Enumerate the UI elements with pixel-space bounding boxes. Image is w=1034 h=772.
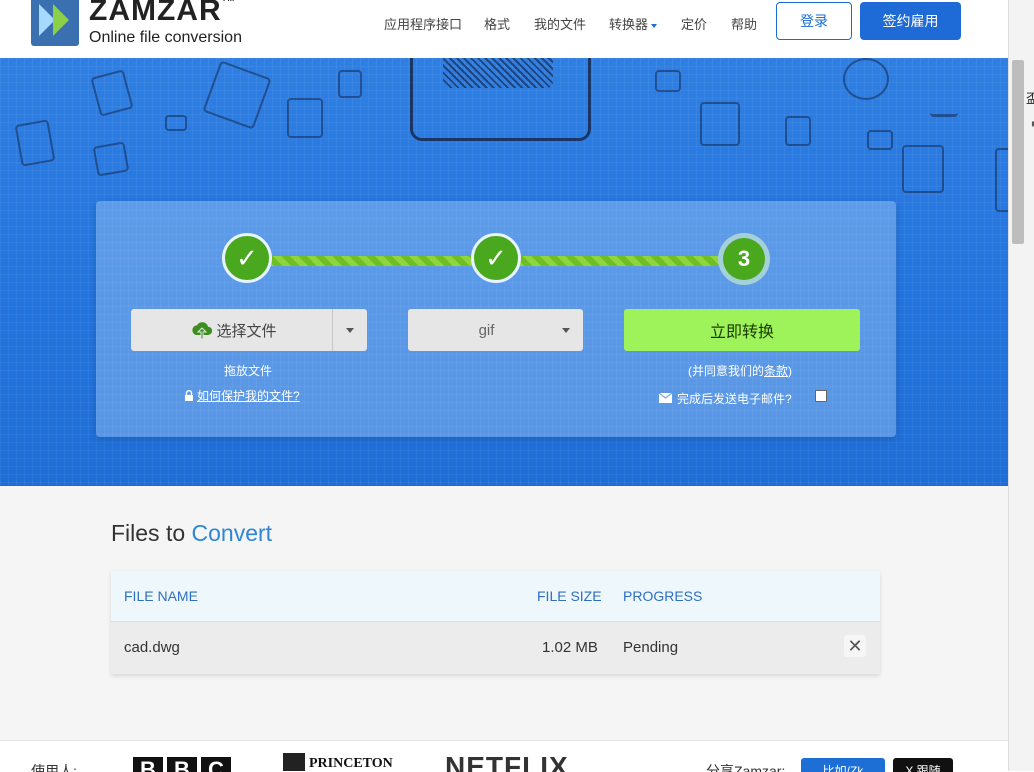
choose-files-dropdown[interactable] bbox=[332, 309, 367, 351]
terms-link[interactable]: 条款 bbox=[764, 364, 788, 378]
column-progress: PROGRESS bbox=[623, 588, 703, 604]
drag-drop-hint: 拖放文件 bbox=[224, 364, 273, 378]
logo-chevron-green bbox=[53, 4, 69, 36]
zamzar-logo-icon[interactable] bbox=[31, 0, 79, 46]
chevron-down-icon bbox=[562, 327, 570, 333]
side-text-2: ᅤ bbox=[1026, 122, 1034, 133]
protect-files-text: 如何保护我的文件? bbox=[197, 389, 300, 403]
scrollbar-thumb[interactable] bbox=[1012, 60, 1024, 244]
chevron-down-icon bbox=[346, 327, 354, 333]
format-dropdown-arrow bbox=[549, 309, 583, 351]
format-selected-value: gif bbox=[478, 321, 495, 339]
login-button[interactable]: 登录 bbox=[776, 2, 852, 40]
file-stack-illustration bbox=[443, 58, 553, 88]
file-size-cell: 1.02 MB bbox=[542, 639, 598, 656]
remove-file-close-icon[interactable]: ✕ bbox=[844, 635, 866, 657]
bbc-letter-1: B bbox=[133, 757, 163, 772]
audio-file-icon-2 bbox=[785, 116, 811, 146]
envelope-doodle-icon bbox=[165, 115, 187, 131]
side-text-1: 盃 bbox=[1026, 91, 1034, 106]
brand-name[interactable]: ZAMZARTM bbox=[89, 0, 235, 28]
file-name-cell: cad.dwg bbox=[124, 639, 180, 656]
document-icon bbox=[287, 98, 323, 138]
choose-files-button[interactable]: 选择文件 bbox=[131, 309, 367, 351]
chevron-down-icon bbox=[651, 23, 658, 28]
used-by-label: 使用人: bbox=[31, 763, 77, 772]
choose-files-label: 选择文件 bbox=[216, 322, 277, 340]
princeton-logo: PRINCETON bbox=[283, 753, 393, 772]
file-progress-cell: Pending bbox=[623, 639, 679, 656]
nav-converters-label: 转换器 bbox=[609, 17, 649, 32]
customers-strip: 使用人: B B C PRINCETON NETFLIX 分享Zamzar: 比… bbox=[0, 740, 1008, 772]
terms-prefix: (并同意我们的 bbox=[688, 364, 764, 378]
bbc-letter-3: C bbox=[201, 757, 231, 772]
x-follow-button[interactable]: X 跟随 bbox=[893, 758, 953, 772]
files-table: FILE NAME FILE SIZE PROGRESS cad.dwg 1.0… bbox=[111, 571, 880, 674]
step-3-indicator: 3 bbox=[718, 233, 770, 285]
terms-suffix: ) bbox=[788, 364, 793, 378]
brand-tagline: Online file conversion bbox=[89, 29, 242, 46]
cloud-upload-icon bbox=[192, 322, 213, 340]
step-1-checkmark-icon: ✓ bbox=[222, 233, 272, 283]
email-option: 完成后发送电子邮件? bbox=[658, 390, 792, 407]
nav-pricing[interactable]: 定价 bbox=[681, 14, 707, 33]
lock-icon bbox=[185, 390, 193, 401]
princeton-text: PRINCETON bbox=[309, 756, 393, 771]
signup-button[interactable]: 签约雇用 bbox=[860, 2, 961, 40]
files-section: Files to Convert FILE NAME FILE SIZE PRO… bbox=[0, 486, 1008, 740]
image-file-icon bbox=[92, 141, 130, 177]
folder-icon bbox=[655, 70, 681, 92]
phone-icon bbox=[995, 148, 1008, 212]
column-file-size: FILE SIZE bbox=[537, 588, 602, 604]
email-option-label: 完成后发送电子邮件? bbox=[677, 392, 792, 406]
column-file-name: FILE NAME bbox=[124, 588, 198, 604]
terms-agreement: (并同意我们的条款) bbox=[688, 362, 792, 379]
converter-panel: ✓ ✓ 3 选择文件 拖放文件 如何保护我的文件? gif 立即转换 (并同意我… bbox=[96, 201, 896, 437]
hero-section: ✓ ✓ 3 选择文件 拖放文件 如何保护我的文件? gif 立即转换 (并同意我… bbox=[0, 58, 1008, 486]
brand-text: ZAMZAR bbox=[89, 0, 222, 27]
clipboard-icon bbox=[700, 102, 740, 146]
audio-file-icon bbox=[338, 70, 362, 98]
monitor-illustration bbox=[410, 58, 591, 141]
convert-now-button[interactable]: 立即转换 bbox=[624, 309, 860, 351]
bbc-logo: B B C bbox=[133, 757, 231, 772]
nav-converters[interactable]: 转换器 bbox=[609, 14, 658, 33]
table-header: FILE NAME FILE SIZE PROGRESS bbox=[111, 571, 880, 622]
netflix-logo: NETFLIX bbox=[445, 751, 569, 772]
nav-help[interactable]: 帮助 bbox=[731, 14, 757, 33]
nav-formats[interactable]: 格式 bbox=[484, 14, 510, 33]
bbc-letter-2: B bbox=[167, 757, 197, 772]
folder-icon-2 bbox=[867, 130, 893, 150]
files-title: Files to Convert bbox=[111, 520, 272, 547]
email-checkbox[interactable] bbox=[815, 390, 827, 402]
envelope-icon bbox=[658, 392, 673, 403]
share-label: 分享Zamzar: bbox=[706, 763, 786, 772]
music-note-icon bbox=[930, 88, 958, 117]
trademark: TM bbox=[222, 0, 236, 3]
format-select[interactable]: gif bbox=[408, 309, 583, 351]
step-2-checkmark-icon: ✓ bbox=[471, 233, 521, 283]
files-title-prefix: Files to bbox=[111, 520, 186, 546]
progress-segment-2 bbox=[516, 256, 726, 266]
facebook-like-button[interactable]: 比如/Zk bbox=[801, 758, 885, 772]
mov-file-icon bbox=[14, 119, 56, 167]
files-title-accent: Convert bbox=[191, 520, 273, 546]
clipboard-icon-2 bbox=[902, 145, 944, 193]
progress-segment-1 bbox=[266, 256, 476, 266]
site-header: ZAMZARTM Online file conversion 应用程序接口 格… bbox=[0, 0, 1008, 58]
play-icon bbox=[843, 58, 889, 100]
protect-files-link[interactable]: 如何保护我的文件? bbox=[184, 387, 300, 404]
nav-api[interactable]: 应用程序接口 bbox=[384, 14, 462, 33]
princeton-shield-icon bbox=[283, 753, 305, 771]
table-row: cad.dwg 1.02 MB Pending ✕ bbox=[111, 622, 880, 674]
nav-my-files[interactable]: 我的文件 bbox=[534, 14, 586, 33]
